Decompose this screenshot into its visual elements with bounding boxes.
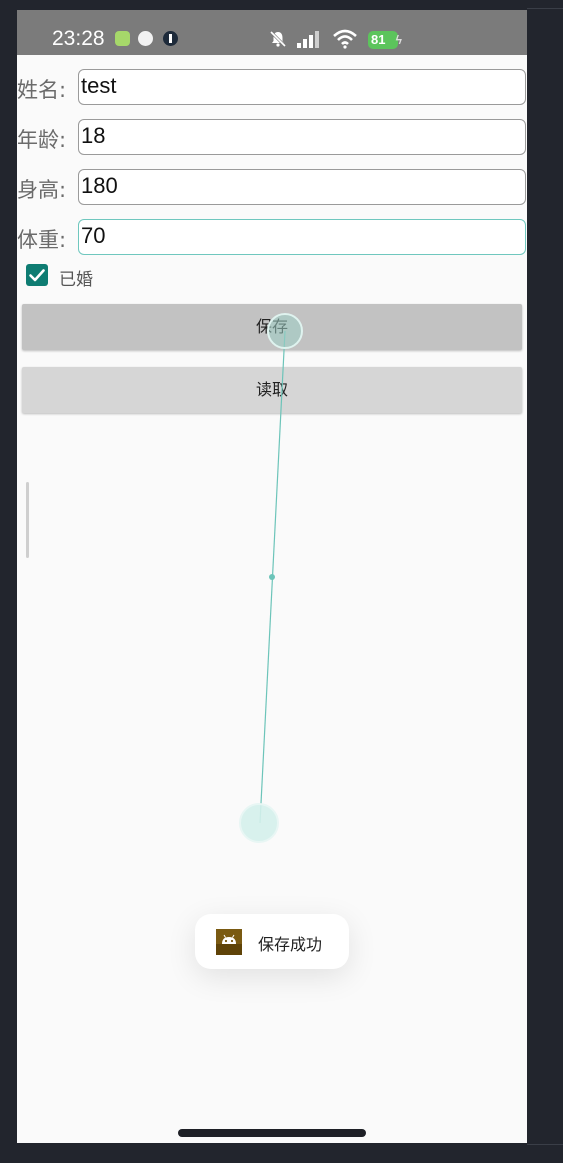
toast-message: 保存成功 — [258, 935, 323, 954]
married-checkbox[interactable] — [26, 264, 48, 286]
weight-input[interactable]: 70 — [78, 219, 526, 255]
read-button[interactable]: 读取 — [22, 367, 522, 413]
status-bar: 23:28 81 ϟ — [17, 10, 527, 55]
name-row: 姓名: test — [17, 69, 527, 107]
save-button[interactable]: 保存 — [22, 304, 522, 350]
phone-screen: 23:28 81 ϟ 姓名: test 年龄: 18 身高: 180 体重: 7… — [17, 10, 527, 1143]
wifi-icon — [333, 29, 357, 49]
married-label: 已婚 — [59, 270, 93, 290]
height-input[interactable]: 180 — [78, 169, 526, 205]
status-time: 23:28 — [52, 27, 105, 50]
touch-mid-point — [269, 574, 275, 580]
name-input[interactable]: test — [78, 69, 526, 105]
age-input[interactable]: 18 — [78, 119, 526, 155]
frame-divider-bottom — [527, 1144, 563, 1145]
cat-app-icon — [138, 31, 153, 46]
signal-icon — [297, 31, 319, 48]
checkmark-icon — [29, 269, 45, 282]
scrollbar[interactable] — [26, 482, 29, 558]
age-row: 年龄: 18 — [17, 119, 527, 157]
battery-level: 81 — [371, 32, 386, 47]
age-label: 年龄: — [17, 128, 67, 152]
android-icon — [216, 929, 242, 955]
top-frame — [0, 0, 563, 10]
weight-label: 体重: — [17, 228, 67, 252]
weight-row: 体重: 70 — [17, 219, 527, 257]
charging-icon: ϟ — [395, 33, 402, 47]
name-label: 姓名: — [17, 78, 67, 102]
toast-notification: 保存成功 — [195, 914, 349, 969]
home-indicator[interactable] — [178, 1129, 366, 1137]
height-row: 身高: 180 — [17, 169, 527, 207]
app-notification-icon — [115, 31, 130, 46]
height-label: 身高: — [17, 178, 67, 202]
battery-indicator: 81 ϟ — [368, 31, 402, 49]
mute-bell-icon — [269, 30, 287, 48]
touch-end-point — [239, 803, 279, 843]
app-icon — [163, 31, 178, 46]
frame-divider-top — [527, 8, 563, 9]
